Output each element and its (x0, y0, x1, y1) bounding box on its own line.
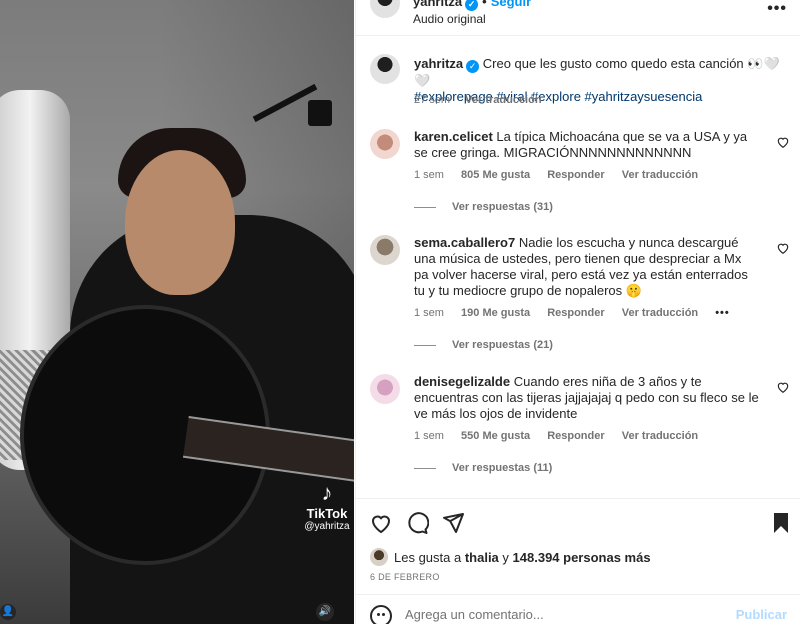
emoji-icon[interactable] (370, 605, 392, 624)
likes-summary[interactable]: Les gusta a thalia y 148.394 personas má… (370, 548, 651, 566)
avatar[interactable] (370, 0, 400, 18)
comment-username[interactable]: karen.celicet (414, 129, 493, 144)
dot-separator: • (482, 0, 487, 9)
comment-likes[interactable]: 805 Me gusta (461, 169, 530, 181)
comment-text: karen.celicet La típica Michoacána que s… (414, 129, 759, 161)
post-media[interactable]: ♪ TikTok @yahritza 👤 🔊 (0, 0, 354, 624)
see-translation-link[interactable]: Ver traducción (622, 430, 698, 442)
caption-username[interactable]: yahritza (414, 56, 463, 71)
comment-meta: 1 sem 550 Me gusta Responder Ver traducc… (414, 430, 712, 442)
tiktok-watermark: ♪ TikTok @yahritza (300, 480, 354, 532)
like-heart-icon[interactable] (776, 135, 790, 149)
comment-time: 1 sem (414, 307, 444, 319)
replies-line (414, 206, 436, 208)
mic-clip (308, 100, 332, 126)
comment-text: denisegelizalde Cuando eres niña de 3 añ… (414, 374, 759, 422)
view-replies-label[interactable]: Ver respuestas (21) (452, 339, 553, 351)
view-replies-button[interactable]: Ver respuestas (21) (414, 339, 553, 351)
comment-meta: 1 sem 805 Me gusta Responder Ver traducc… (414, 169, 712, 181)
person-face (125, 150, 235, 295)
publish-button[interactable]: Publicar (736, 607, 787, 622)
user-tag-icon[interactable]: 👤 (0, 604, 16, 620)
comment-time: 1 sem (414, 430, 444, 442)
comment-icon[interactable] (405, 511, 429, 535)
comment-likes[interactable]: 550 Me gusta (461, 430, 530, 442)
comment-avatar[interactable] (370, 129, 400, 159)
header-username[interactable]: yahritza (413, 0, 462, 9)
comment-options-icon[interactable]: ••• (715, 307, 730, 319)
comment-username[interactable]: denisegelizalde (414, 374, 510, 389)
see-translation-link[interactable]: Ver traducción (622, 169, 698, 181)
liker-username[interactable]: thalia (465, 550, 499, 565)
comment-bar: Publicar (356, 594, 800, 624)
post-panel: yahritza ✓ • Seguir Audio original ••• yahr… (355, 0, 800, 624)
more-options-icon[interactable]: ••• (767, 0, 787, 18)
verified-icon: ✓ (465, 0, 479, 11)
verified-icon: ✓ (466, 60, 480, 73)
comment-likes[interactable]: 190 Me gusta (461, 307, 530, 319)
share-icon[interactable] (441, 511, 465, 535)
like-heart-icon[interactable] (776, 380, 790, 394)
comment-time: 1 sem (414, 169, 444, 181)
view-replies-label[interactable]: Ver respuestas (11) (452, 462, 552, 474)
like-heart-icon[interactable] (776, 241, 790, 255)
view-replies-button[interactable]: Ver respuestas (31) (414, 201, 553, 213)
comment-meta: 1 sem 190 Me gusta Responder Ver traducc… (414, 307, 744, 319)
tiktok-brand: TikTok (306, 506, 348, 521)
reply-button[interactable]: Responder (547, 307, 604, 319)
follow-button[interactable]: Seguir (491, 0, 531, 9)
post-date: 6 DE FEBRERO (370, 572, 440, 582)
save-bookmark-icon[interactable] (769, 511, 793, 535)
see-translation-link[interactable]: Ver traducción (465, 94, 541, 106)
see-translation-link[interactable]: Ver traducción (622, 307, 698, 319)
comment-text: sema.caballero7 Nadie los escucha y nunc… (414, 235, 759, 299)
caption-time: 27 sem (414, 94, 451, 106)
reply-button[interactable]: Responder (547, 430, 604, 442)
tiktok-user: @yahritza (304, 521, 350, 532)
post-header: yahritza ✓ • Seguir Audio original ••• (356, 0, 800, 36)
replies-line (414, 467, 436, 469)
caption-avatar[interactable] (370, 54, 400, 84)
like-heart-icon[interactable] (369, 511, 393, 535)
comment-input[interactable] (405, 607, 725, 622)
comment-username[interactable]: sema.caballero7 (414, 235, 515, 250)
header-username-row: yahritza ✓ • Seguir (413, 0, 531, 11)
reply-button[interactable]: Responder (547, 169, 604, 181)
replies-line (414, 344, 436, 346)
likes-prefix: Les gusta a (394, 550, 465, 565)
view-replies-button[interactable]: Ver respuestas (11) (414, 462, 552, 474)
audio-label[interactable]: Audio original (413, 12, 486, 26)
likes-middle: y (498, 550, 513, 565)
sound-icon[interactable]: 🔊 (316, 603, 334, 621)
likes-count[interactable]: 148.394 personas más (513, 550, 651, 565)
caption-meta: 27 sem Ver traducción (414, 94, 554, 106)
view-replies-label[interactable]: Ver respuestas (31) (452, 201, 553, 213)
comment-avatar[interactable] (370, 374, 400, 404)
liker-avatar (370, 548, 388, 566)
comment-avatar[interactable] (370, 235, 400, 265)
tiktok-logo-icon: ♪ (321, 480, 333, 505)
